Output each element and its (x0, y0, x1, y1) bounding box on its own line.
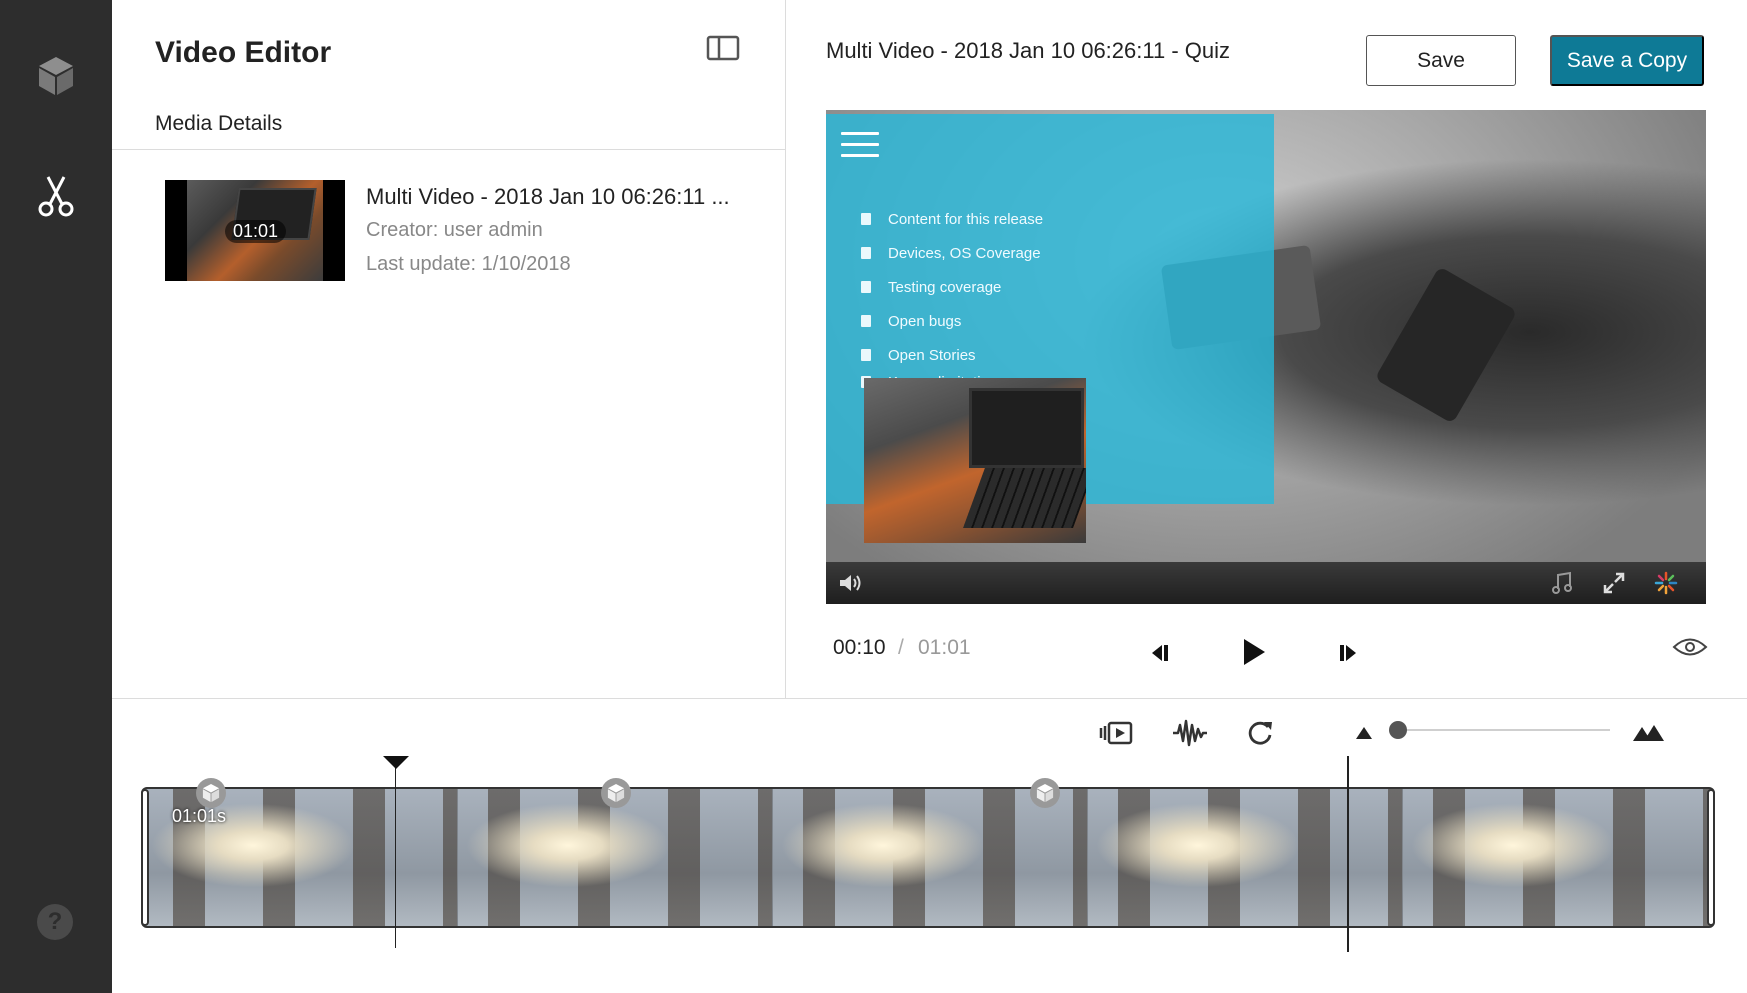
quiz-cue-point[interactable] (1030, 778, 1060, 808)
audio-track-button[interactable] (1551, 570, 1573, 596)
pip-keyboard (963, 468, 1086, 528)
timeline-frame (773, 789, 1088, 926)
slide-list-item[interactable]: Open Stories (861, 338, 1043, 372)
media-creator: Creator: user admin (366, 219, 543, 241)
document-icon (861, 281, 871, 293)
reset-button[interactable] (1244, 718, 1276, 748)
player-panel: Multi Video - 2018 Jan 10 06:26:11 - Qui… (786, 0, 1747, 698)
video-clip-icon (1099, 721, 1133, 745)
timeline-frame (1403, 789, 1713, 926)
insert-media-button[interactable] (1098, 718, 1138, 748)
slide-list-item[interactable]: Devices, OS Coverage (861, 236, 1043, 270)
time-separator: / (898, 636, 904, 659)
document-icon (861, 247, 871, 259)
save-button[interactable]: Save (1366, 35, 1516, 86)
quiz-cue-point[interactable] (196, 778, 226, 808)
video-player[interactable]: Content for this release Devices, OS Cov… (826, 110, 1706, 604)
slide-list-item[interactable]: Testing coverage (861, 270, 1043, 304)
video-editor-app: ? Video Editor Media Details 01:01 Multi… (0, 0, 1747, 993)
page-title: Video Editor (155, 36, 332, 69)
fullscreen-button[interactable] (1602, 570, 1626, 596)
pip-laptop-screen (969, 388, 1084, 468)
document-icon (861, 349, 871, 361)
cube-icon (1036, 783, 1054, 803)
thumbnail-duration-badge: 01:01 (225, 220, 287, 243)
zoom-in-button[interactable] (1630, 718, 1666, 748)
media-name: Multi Video - 2018 Jan 10 06:26:11 ... (366, 184, 730, 209)
step-back-icon (1152, 645, 1168, 661)
timeline-frame (1088, 789, 1403, 926)
divider (112, 698, 1747, 699)
save-a-copy-button[interactable]: Save a Copy (1550, 35, 1704, 86)
video-control-bar (826, 562, 1706, 604)
refresh-icon (1248, 721, 1272, 745)
panel-layout-icon (706, 35, 740, 61)
document-icon (861, 213, 871, 225)
zoom-in-icon (1633, 725, 1664, 741)
clip-duration-label: 01:01s (172, 806, 227, 826)
play-button[interactable] (1237, 634, 1271, 670)
divider (112, 149, 785, 150)
media-details-panel: Video Editor Media Details 01:01 Multi V… (112, 0, 786, 698)
quiz-cue-point[interactable] (601, 778, 631, 808)
picture-in-picture-video[interactable] (864, 378, 1086, 543)
audio-waveform-button[interactable] (1170, 718, 1210, 748)
help-icon: ? (47, 908, 63, 935)
help-button[interactable]: ? (37, 904, 73, 940)
trim-handle-start[interactable] (141, 789, 149, 926)
volume-button[interactable] (838, 570, 864, 596)
player-title: Multi Video - 2018 Jan 10 06:26:11 - Qui… (826, 38, 1230, 63)
step-back-button[interactable] (1144, 638, 1174, 668)
document-icon (861, 315, 871, 327)
media-last-update: Last update: 1/10/2018 (366, 253, 571, 275)
trim-handle-end[interactable] (1707, 789, 1715, 926)
player-logo-button[interactable] (1654, 570, 1678, 596)
left-rail: ? (0, 0, 112, 993)
media-details-label: Media Details (155, 112, 283, 135)
zoom-out-icon (1356, 727, 1372, 739)
current-time: 00:10 (833, 636, 886, 659)
eye-icon (1672, 638, 1708, 656)
kaltura-logo-icon (1654, 571, 1678, 595)
music-note-icon (1552, 571, 1572, 594)
media-thumbnail: 01:01 (165, 180, 345, 281)
slide-list-item[interactable]: Open bugs (861, 304, 1043, 338)
waveform-icon (1173, 719, 1207, 747)
total-time: 01:01 (918, 636, 971, 659)
scissors-icon (38, 176, 74, 217)
zoom-slider-track[interactable] (1398, 729, 1610, 731)
playhead-line (395, 766, 396, 948)
fullscreen-icon (1603, 572, 1625, 594)
cube-icon (607, 783, 625, 803)
timeline-marker (1347, 756, 1349, 952)
cube-icon (202, 783, 220, 803)
step-forward-button[interactable] (1334, 638, 1364, 668)
slide-menu-button[interactable] (841, 132, 879, 158)
play-icon (1244, 639, 1265, 665)
volume-icon (840, 575, 861, 591)
cube-icon (39, 57, 73, 95)
hamburger-icon (841, 132, 879, 157)
timeline-frame (458, 789, 773, 926)
playhead-handle[interactable] (383, 756, 409, 769)
layout-toggle-button[interactable] (706, 34, 740, 62)
zoom-out-button[interactable] (1352, 718, 1376, 748)
timeline-strip[interactable] (141, 787, 1715, 928)
rail-item-edit[interactable] (28, 168, 84, 224)
slide-list: Content for this release Devices, OS Cov… (861, 202, 1043, 392)
rail-item-quiz[interactable] (28, 48, 84, 104)
slide-list-item[interactable]: Content for this release (861, 202, 1043, 236)
zoom-slider-handle[interactable] (1389, 721, 1407, 739)
step-forward-icon (1340, 645, 1356, 661)
preview-button[interactable] (1671, 632, 1709, 662)
